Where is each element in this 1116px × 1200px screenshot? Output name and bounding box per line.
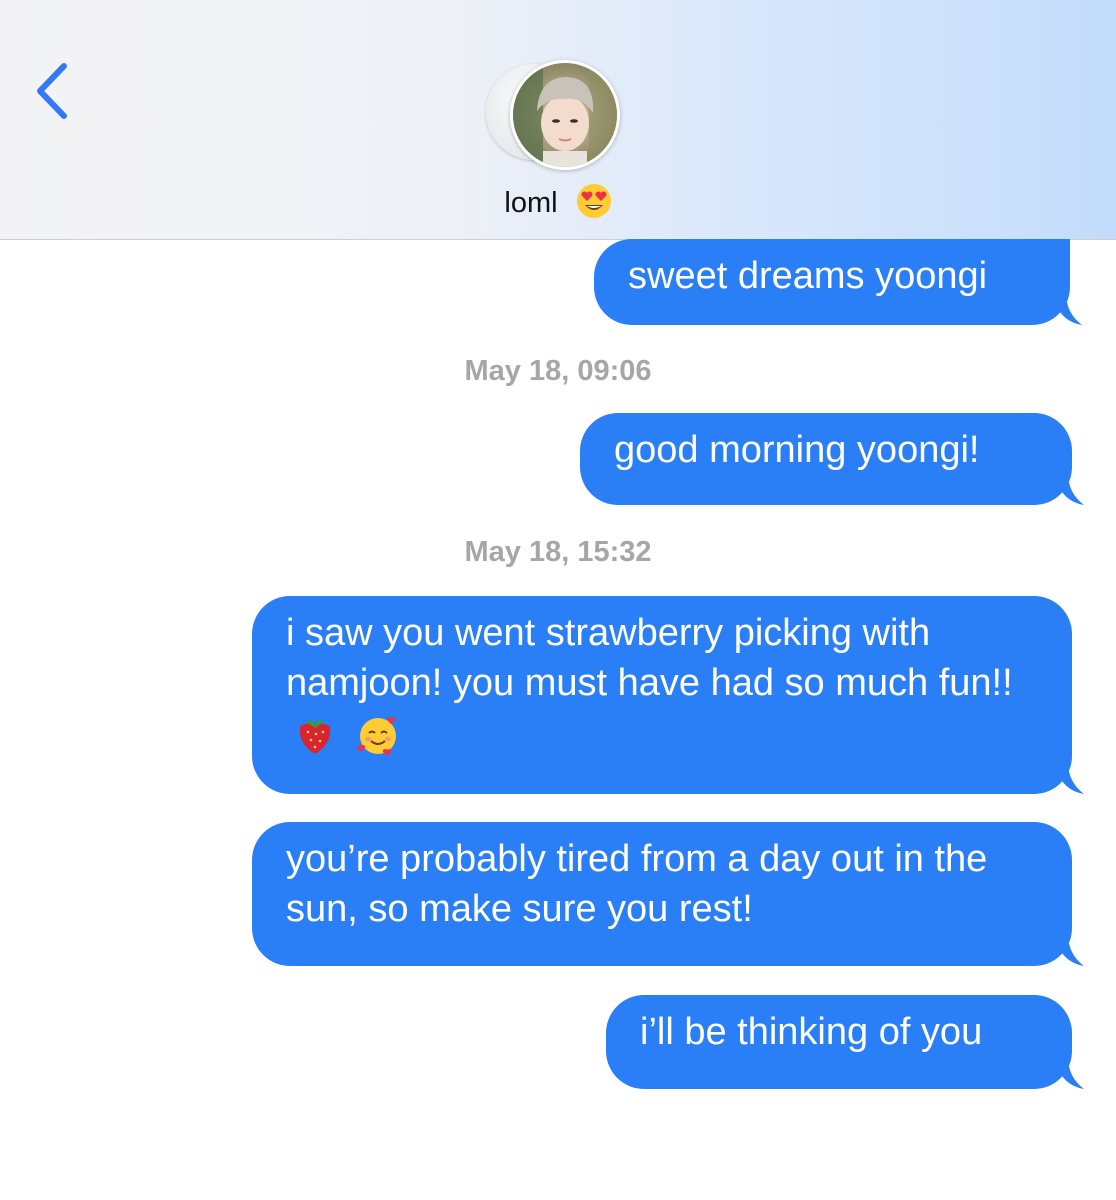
message-text: i saw you went strawberry picking with n… xyxy=(286,612,1013,704)
chevron-left-icon xyxy=(37,63,67,119)
timestamp: May 18, 15:32 xyxy=(464,536,652,568)
avatar[interactable] xyxy=(510,60,620,170)
heart-eyes-emoji-icon xyxy=(576,184,611,219)
message-text: good morning yoongi! xyxy=(614,429,980,471)
message-text: sweet dreams yoongi xyxy=(628,255,988,297)
message-bubble-sent[interactable]: i saw you went strawberry picking with n… xyxy=(252,596,1084,794)
message-bubble-sent[interactable]: i’ll be thinking of you xyxy=(606,995,1084,1089)
message-bubble-sent[interactable]: sweet dreams yoongi xyxy=(594,239,1082,325)
message-bubble-sent[interactable]: good morning yoongi! xyxy=(580,413,1084,505)
message-bubble-sent[interactable]: you’re probably tired from a day out in … xyxy=(252,822,1084,966)
timestamp: May 18, 09:06 xyxy=(464,355,652,387)
strawberry-emoji-icon xyxy=(299,719,331,754)
conversation-header: loml xyxy=(0,0,1116,240)
bubble-tail xyxy=(1052,293,1082,325)
smiling-face-with-hearts-emoji-icon xyxy=(356,716,396,756)
message-text: you’re probably tired from a day out in … xyxy=(286,838,998,930)
bubble-tail xyxy=(1054,473,1084,505)
bubble-tail xyxy=(1054,762,1084,794)
message-text: i’ll be thinking of you xyxy=(640,1011,983,1053)
bubble-tail xyxy=(1054,934,1084,966)
contact-avatar-group[interactable] xyxy=(486,60,628,170)
bubble-tail xyxy=(1054,1057,1084,1089)
back-button[interactable] xyxy=(28,58,80,124)
contact-name: loml xyxy=(504,186,558,219)
contact-name-row[interactable]: loml xyxy=(0,184,1116,220)
